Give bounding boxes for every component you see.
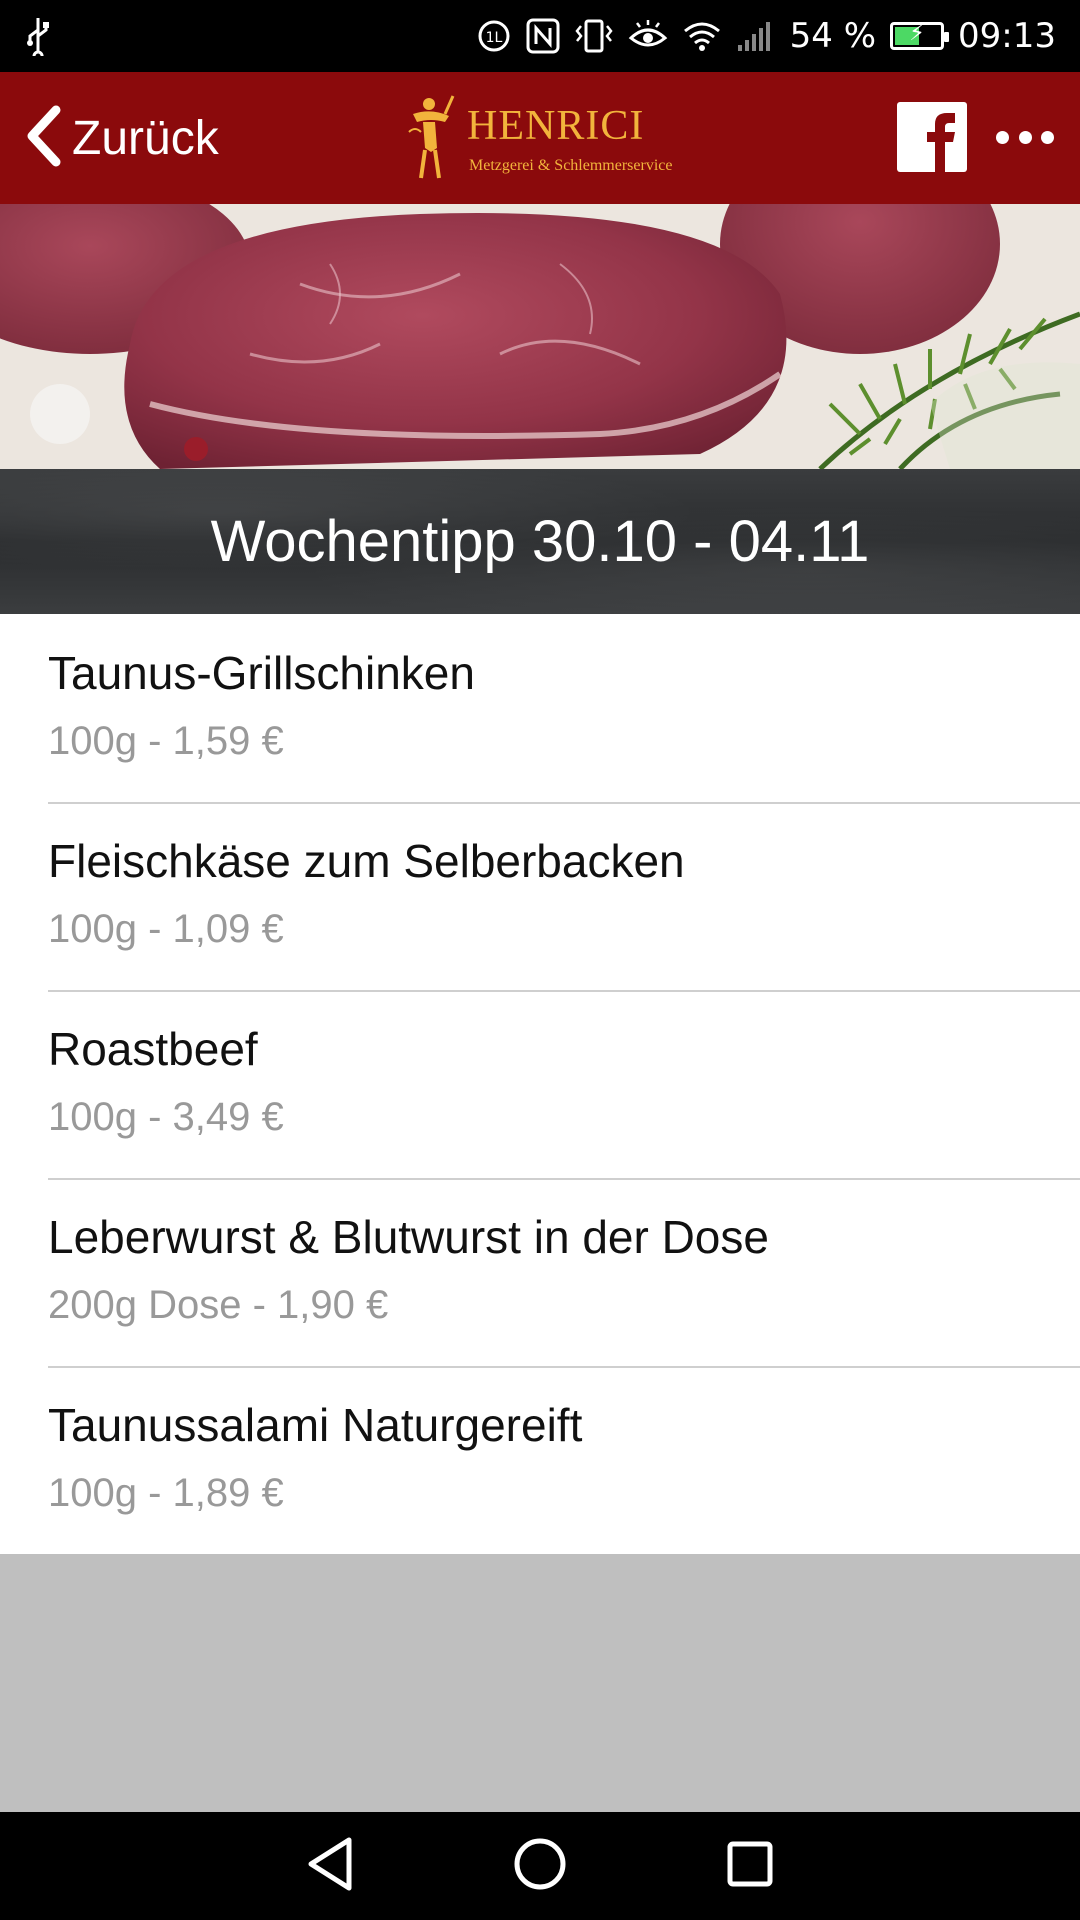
recents-square-icon <box>725 1839 775 1893</box>
data-saver-icon: 1L <box>476 18 512 54</box>
nav-home-button[interactable] <box>510 1836 570 1896</box>
product-list: Taunus-Grillschinken 100g - 1,59 € Fleis… <box>0 614 1080 1554</box>
signal-icon <box>736 19 776 53</box>
list-item[interactable]: Leberwurst & Blutwurst in der Dose 200g … <box>0 1178 1080 1366</box>
charging-bolt-icon: ⚡ <box>909 21 925 46</box>
more-icon-dot <box>1041 130 1054 144</box>
system-nav-bar <box>0 1812 1080 1920</box>
back-triangle-icon <box>305 1836 355 1896</box>
usb-icon <box>24 16 52 56</box>
home-circle-icon <box>512 1836 568 1896</box>
facebook-button[interactable] <box>897 102 967 172</box>
week-tip-banner: Wochentipp 30.10 - 04.11 <box>0 469 1080 614</box>
logo-figure-icon <box>405 92 457 188</box>
hero-meat-image <box>0 204 1080 469</box>
status-time: 09:13 <box>958 16 1056 56</box>
back-label: Zurück <box>72 111 219 165</box>
list-item[interactable]: Taunus-Grillschinken 100g - 1,59 € <box>0 614 1080 802</box>
list-item[interactable]: Fleischkäse zum Selberbacken 100g - 1,09… <box>0 802 1080 990</box>
item-price: 100g - 1,09 € <box>48 906 284 951</box>
list-item[interactable]: Taunussalami Naturgereift 100g - 1,89 € <box>0 1366 1080 1554</box>
more-icon-dot <box>996 130 1009 144</box>
logo-name: HENRICI <box>467 103 645 149</box>
item-title: Fleischkäse zum Selberbacken <box>48 835 685 887</box>
vibrate-icon <box>574 18 614 54</box>
screen: 1L 54 % ⚡ 09:13 Zurück HENRICI Metzgerei… <box>0 0 1080 1920</box>
chevron-left-icon <box>22 104 64 172</box>
svg-text:1L: 1L <box>485 30 502 46</box>
item-title: Leberwurst & Blutwurst in der Dose <box>48 1211 769 1263</box>
item-title: Taunus-Grillschinken <box>48 647 475 699</box>
wifi-icon <box>682 19 722 53</box>
item-title: Roastbeef <box>48 1023 258 1075</box>
back-button[interactable]: Zurück <box>0 72 219 204</box>
item-price: 200g Dose - 1,90 € <box>48 1282 389 1327</box>
app-bar: Zurück HENRICI Metzgerei & Schlemmerserv… <box>0 72 1080 204</box>
nav-recents-button[interactable] <box>720 1836 780 1896</box>
battery-icon: ⚡ <box>890 21 950 50</box>
facebook-icon <box>897 113 967 172</box>
eye-comfort-icon <box>628 18 668 54</box>
status-bar: 1L 54 % ⚡ 09:13 <box>0 0 1080 72</box>
item-price: 100g - 1,59 € <box>48 718 284 763</box>
banner-title: Wochentipp 30.10 - 04.11 <box>210 509 870 574</box>
nav-back-button[interactable] <box>300 1836 360 1896</box>
item-title: Taunussalami Naturgereift <box>48 1399 583 1451</box>
nfc-icon <box>526 18 560 54</box>
more-options-button[interactable] <box>990 112 1060 162</box>
henrici-logo: HENRICI Metzgerei & Schlemmerservice <box>405 90 677 190</box>
list-item[interactable]: Roastbeef 100g - 3,49 € <box>0 990 1080 1178</box>
item-price: 100g - 1,89 € <box>48 1470 284 1515</box>
battery-percent: 54 % <box>789 16 877 56</box>
item-price: 100g - 3,49 € <box>48 1094 284 1139</box>
more-icon-dot <box>1018 130 1032 144</box>
logo-subtitle: Metzgerei & Schlemmerservice <box>469 157 673 174</box>
